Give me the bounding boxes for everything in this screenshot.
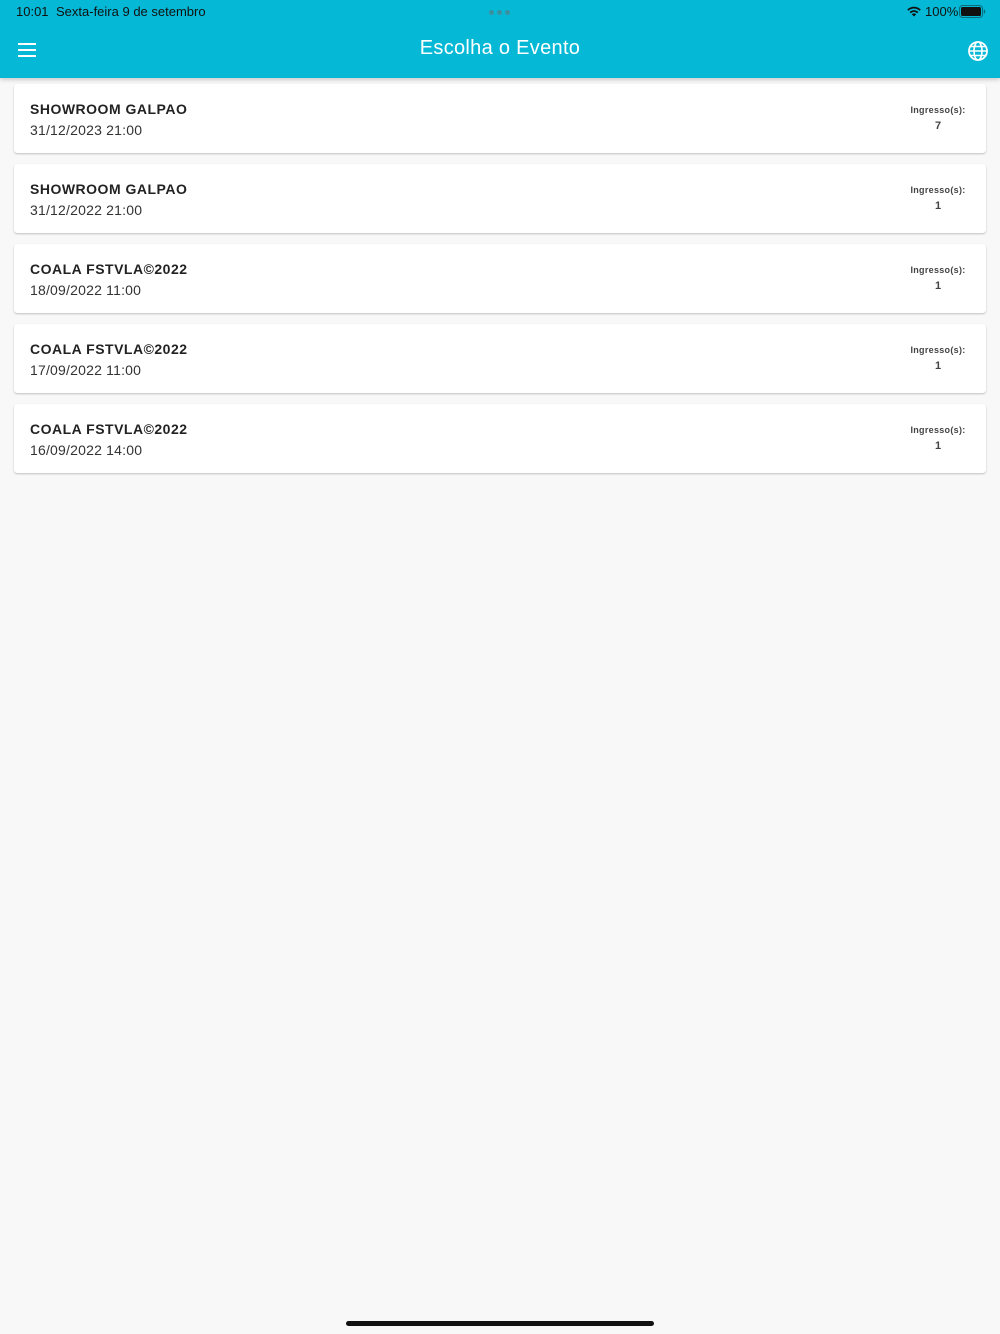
tickets-label: Ingresso(s): (910, 425, 966, 435)
status-date: Sexta-feira 9 de setembro (56, 4, 206, 19)
event-name: COALA FSTVLA©2022 (30, 261, 188, 277)
tickets-label: Ingresso(s): (910, 185, 966, 195)
event-date: 31/12/2022 21:00 (30, 202, 143, 218)
multitasking-dots-icon[interactable] (489, 10, 510, 15)
tickets-label: Ingresso(s): (910, 345, 966, 355)
event-name: COALA FSTVLA©2022 (30, 341, 188, 357)
tickets-label: Ingresso(s): (910, 105, 966, 115)
event-card[interactable]: SHOWROOM GALPAO 31/12/2023 21:00 Ingress… (14, 84, 986, 153)
event-date: 31/12/2023 21:00 (30, 122, 143, 138)
tickets-count: 1 (934, 200, 942, 212)
page-title: Escolha o Evento (419, 37, 581, 59)
battery-icon (959, 5, 986, 18)
event-card[interactable]: SHOWROOM GALPAO 31/12/2022 21:00 Ingress… (14, 164, 986, 233)
battery-percentage: 100% (925, 4, 959, 19)
wifi-icon (907, 6, 921, 17)
event-date: 17/09/2022 11:00 (30, 362, 142, 378)
event-card[interactable]: COALA FSTVLA©2022 17/09/2022 11:00 Ingre… (14, 324, 986, 393)
event-name: SHOWROOM GALPAO (30, 101, 188, 117)
event-date: 18/09/2022 11:00 (30, 282, 142, 298)
event-card[interactable]: COALA FSTVLA©2022 16/09/2022 14:00 Ingre… (14, 404, 986, 473)
tickets-label: Ingresso(s): (910, 265, 966, 275)
event-name: SHOWROOM GALPAO (30, 181, 188, 197)
app-header: 10:01 Sexta-feira 9 de setembro 100% Esc… (0, 0, 1000, 78)
event-name: COALA FSTVLA©2022 (30, 421, 188, 437)
status-bar: 10:01 Sexta-feira 9 de setembro 100% (0, 0, 1000, 24)
tickets-count: 1 (934, 280, 942, 292)
tickets-count: 1 (934, 440, 942, 452)
tickets-count: 7 (934, 120, 942, 132)
tickets-count: 1 (934, 360, 942, 372)
globe-icon[interactable] (966, 39, 990, 63)
event-date: 16/09/2022 14:00 (30, 442, 143, 458)
status-time: 10:01 (16, 4, 49, 19)
event-list: SHOWROOM GALPAO 31/12/2023 21:00 Ingress… (14, 84, 986, 484)
home-indicator[interactable] (346, 1321, 654, 1326)
event-card[interactable]: COALA FSTVLA©2022 18/09/2022 11:00 Ingre… (14, 244, 986, 313)
